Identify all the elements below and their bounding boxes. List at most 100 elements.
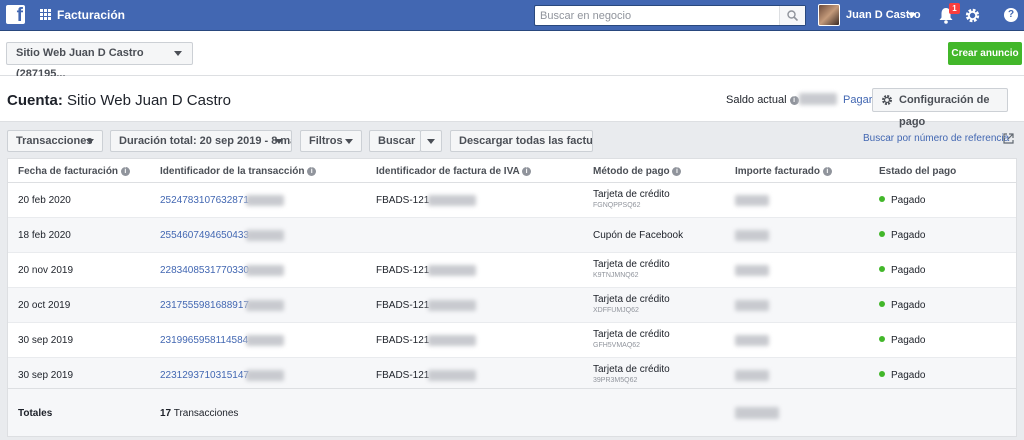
business-search bbox=[534, 5, 806, 26]
billing-date: 18 feb 2020 bbox=[18, 230, 71, 241]
search-filter-button[interactable]: Buscar bbox=[369, 130, 421, 152]
info-icon[interactable]: i bbox=[822, 166, 832, 176]
status-dot-icon bbox=[879, 301, 885, 307]
search-options-dropdown[interactable] bbox=[420, 130, 442, 152]
search-by-reference-link[interactable]: Buscar por número de referencia bbox=[863, 133, 1009, 144]
transactions-table: Fecha de facturación i Identificador de … bbox=[7, 158, 1017, 437]
settings-gear-icon[interactable] bbox=[964, 7, 981, 24]
info-icon[interactable]: i bbox=[789, 95, 799, 105]
billing-date: 20 feb 2020 bbox=[18, 195, 71, 206]
totals-label: Totales bbox=[18, 408, 53, 419]
info-icon[interactable]: i bbox=[307, 166, 317, 176]
column-header-billing-date[interactable]: Fecha de facturación i bbox=[18, 166, 130, 177]
current-balance-label: Saldo actual bbox=[726, 94, 787, 106]
payment-settings-button[interactable]: Configuración de pago bbox=[872, 88, 1008, 128]
avatar[interactable] bbox=[818, 4, 840, 26]
apps-grid-icon[interactable] bbox=[40, 9, 51, 20]
payment-method-name: Tarjeta de crédito bbox=[593, 259, 670, 270]
redacted-value bbox=[246, 370, 284, 381]
payment-status-label: Pagado bbox=[891, 265, 926, 276]
payment-status-label: Pagado bbox=[891, 300, 926, 311]
transaction-id-link[interactable]: 2524783107632871 bbox=[160, 195, 249, 206]
date-range-dropdown[interactable]: Duración total: 20 sep 2019 - 8 mar bbox=[110, 130, 292, 152]
search-button[interactable] bbox=[779, 6, 805, 25]
total-amount-redacted bbox=[735, 407, 779, 419]
transactions-dropdown[interactable]: Transacciones bbox=[7, 130, 103, 152]
redacted-value bbox=[246, 335, 284, 346]
transaction-count: 17 Transacciones bbox=[160, 408, 238, 419]
transaction-count-value: 17 bbox=[160, 408, 172, 419]
page-title: Cuenta: Sitio Web Juan D Castro bbox=[7, 92, 231, 109]
payment-status-label: Pagado bbox=[891, 195, 926, 206]
column-header-label: Método de pago bbox=[593, 166, 670, 177]
chevron-down-icon bbox=[86, 139, 94, 144]
payment-method-name: Tarjeta de crédito bbox=[593, 329, 670, 340]
download-all-invoices-button[interactable]: Descargar todas las facturas bbox=[450, 130, 593, 152]
chevron-down-icon bbox=[174, 51, 182, 56]
facebook-logo-icon[interactable]: f bbox=[6, 5, 25, 26]
vat-invoice-id: FBADS-121 bbox=[376, 195, 430, 206]
payment-method: Tarjeta de crédito GFH5VMAQ62 bbox=[593, 329, 670, 351]
redacted-value bbox=[428, 195, 476, 206]
transaction-id-link[interactable]: 2317555981688917 bbox=[160, 300, 249, 311]
column-header-label: Identificador de la transacción bbox=[160, 166, 305, 177]
column-header-label: Importe facturado bbox=[735, 166, 821, 177]
transaction-id-link[interactable]: 2319965958114584 bbox=[160, 335, 248, 346]
column-header-label: Identificador de factura de IVA bbox=[376, 166, 520, 177]
payment-method-reference: 39PR3M5Q62 bbox=[593, 377, 638, 384]
info-icon[interactable]: i bbox=[120, 166, 130, 176]
payment-method-name: Cupón de Facebook bbox=[593, 230, 684, 241]
billing-date: 20 nov 2019 bbox=[18, 265, 74, 276]
column-header-payment-method[interactable]: Método de pago i bbox=[593, 166, 682, 177]
column-header-transaction-id[interactable]: Identificador de la transacción i bbox=[160, 166, 317, 177]
payment-method-name: Tarjeta de crédito bbox=[593, 294, 670, 305]
app-title[interactable]: Facturación bbox=[57, 8, 125, 22]
amount-billed-redacted bbox=[735, 370, 769, 381]
table-row[interactable]: 18 feb 2020 2554607494650433 Cupón de Fa… bbox=[8, 218, 1016, 253]
transaction-count-suffix: Transacciones bbox=[173, 408, 239, 419]
billing-date: 30 sep 2019 bbox=[18, 335, 74, 346]
redacted-value bbox=[246, 230, 284, 241]
info-icon[interactable]: i bbox=[522, 166, 532, 176]
top-navigation-bar: f Facturación Juan D Castro 1 ? bbox=[0, 0, 1024, 31]
create-ad-button[interactable]: Crear anuncio bbox=[948, 42, 1022, 65]
column-header-vat-invoice-id[interactable]: Identificador de factura de IVA i bbox=[376, 166, 532, 177]
payment-status-label: Pagado bbox=[891, 230, 926, 241]
help-icon[interactable]: ? bbox=[1004, 8, 1018, 22]
pay-link[interactable]: Pagar bbox=[843, 94, 872, 106]
info-icon[interactable]: i bbox=[672, 166, 682, 176]
table-row[interactable]: 30 sep 2019 2319965958114584 FBADS-121 T… bbox=[8, 323, 1016, 358]
column-header-amount-billed[interactable]: Importe facturado i bbox=[735, 166, 832, 177]
redacted-value bbox=[246, 300, 284, 311]
payment-status: Pagado bbox=[879, 195, 925, 206]
transaction-id-link[interactable]: 2283408531770330 bbox=[160, 265, 249, 276]
table-row[interactable]: 20 feb 2020 2524783107632871 FBADS-121 T… bbox=[8, 183, 1016, 218]
column-header-payment-status[interactable]: Estado del pago bbox=[879, 166, 956, 177]
status-dot-icon bbox=[879, 266, 885, 272]
date-range-label: Duración total: 20 sep 2019 - 8 mar bbox=[119, 135, 292, 147]
current-balance: Saldo actual i bbox=[726, 94, 799, 106]
transaction-id-link[interactable]: 2554607494650433 bbox=[160, 230, 249, 241]
billing-date: 30 sep 2019 bbox=[18, 370, 74, 381]
account-name: Sitio Web Juan D Castro bbox=[67, 92, 231, 109]
payment-method-name: Tarjeta de crédito bbox=[593, 189, 670, 200]
table-row[interactable]: 20 oct 2019 2317555981688917 FBADS-121 T… bbox=[8, 288, 1016, 323]
column-header-label: Fecha de facturación bbox=[18, 166, 119, 177]
chevron-down-icon bbox=[275, 139, 283, 144]
table-totals-row: Totales 17 Transacciones bbox=[8, 388, 1016, 436]
payment-method: Tarjeta de crédito XDFFUMJQ62 bbox=[593, 294, 670, 316]
search-input[interactable] bbox=[535, 6, 779, 25]
vat-invoice-id: FBADS-121 bbox=[376, 335, 430, 346]
chevron-down-icon[interactable] bbox=[908, 13, 916, 18]
filters-dropdown[interactable]: Filtros bbox=[300, 130, 362, 152]
export-icon[interactable] bbox=[1003, 133, 1014, 144]
redacted-value bbox=[428, 300, 476, 311]
status-dot-icon bbox=[879, 196, 885, 202]
transaction-id-link[interactable]: 2231293710315147 bbox=[160, 370, 249, 381]
ad-account-selector[interactable]: Sitio Web Juan D Castro (287195... bbox=[6, 42, 193, 80]
redacted-value bbox=[246, 195, 284, 206]
payment-status: Pagado bbox=[879, 230, 925, 241]
filter-toolbar: Transacciones Duración total: 20 sep 201… bbox=[0, 122, 1024, 158]
table-row[interactable]: 20 nov 2019 2283408531770330 FBADS-121 T… bbox=[8, 253, 1016, 288]
notification-badge: 1 bbox=[949, 3, 960, 14]
